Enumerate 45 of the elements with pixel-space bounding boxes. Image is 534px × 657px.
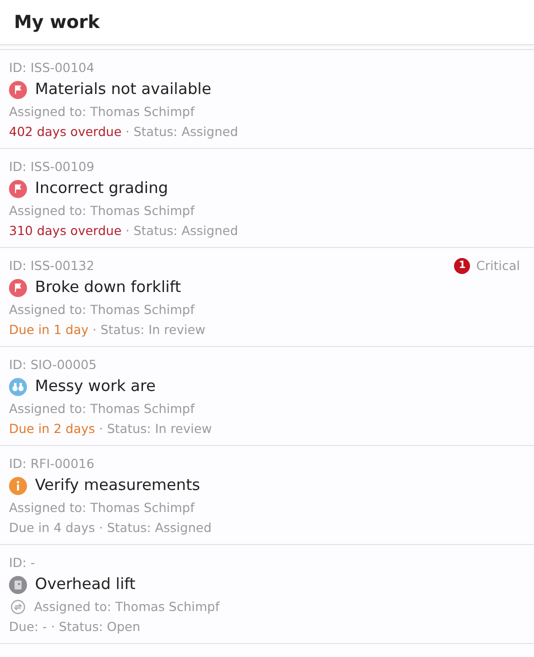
work-item[interactable]: ID: ISS-00109 Incorrect grading Assigned to: Thomas Schimpf 310 days overdue · Status: Assigned [0, 149, 534, 248]
assignee-text: Assigned to: Thomas Schimpf [9, 400, 194, 418]
assignee-text: Assigned to: Thomas Schimpf [9, 499, 194, 517]
priority-badge: 1 [454, 258, 470, 274]
flag-icon [9, 278, 27, 296]
info-icon [9, 476, 27, 494]
status-text: · Status: In review [92, 321, 206, 339]
due-text: 402 days overdue [9, 123, 122, 141]
item-id: ID: ISS-00132 [9, 257, 94, 275]
work-item[interactable]: ID: SIO-00005 Messy work are Assigned to: Thomas Schimpf Due in 2 days · Status: In review [0, 347, 534, 446]
flag-icon [9, 80, 27, 98]
status-text: · Status: Open [50, 618, 140, 636]
work-item[interactable]: ID: - Overhead lift Assigned to: Thomas Schimpf Due: - · Status: Open [0, 545, 534, 644]
assignee-text: Assigned to: Thomas Schimpf [9, 103, 194, 121]
status-text: · Status: Assigned [99, 519, 212, 537]
due-text: Due in 1 day [9, 321, 88, 339]
item-id: ID: ISS-00109 [9, 158, 94, 176]
clipboard-icon [9, 576, 27, 594]
due-text: Due: - [9, 618, 47, 636]
item-id: ID: - [9, 554, 36, 572]
item-id: ID: SIO-00005 [9, 356, 97, 374]
work-item[interactable]: ID: ISS-00104 Materials not available Assigned to: Thomas Schimpf 402 days overdue · Status: Assigned [0, 50, 534, 149]
item-title: Messy work are [35, 376, 156, 397]
priority-label: Critical [476, 257, 520, 275]
item-title: Overhead lift [35, 574, 136, 595]
work-item[interactable]: ID: ISS-00132 1 Critical Broke down forklift Assigned to: Thomas Schimpf Due in 1 day · Status: In review [0, 248, 534, 347]
due-text: 310 days overdue [9, 222, 122, 240]
page-title: My work [14, 12, 100, 32]
item-title: Verify measurements [35, 475, 200, 496]
assignee-text: Assigned to: Thomas Schimpf [9, 202, 194, 220]
flag-icon [9, 180, 27, 198]
status-text: · Status: Assigned [126, 123, 238, 141]
item-title: Broke down forklift [35, 277, 181, 298]
status-text: · Status: In review [99, 420, 212, 438]
item-title: Incorrect grading [35, 178, 168, 199]
work-item[interactable]: ID: RFI-00016 Verify measurements Assigned to: Thomas Schimpf Due in 4 days · Status: Assigned [0, 446, 534, 545]
due-text: Due in 4 days [9, 519, 96, 537]
item-id: ID: RFI-00016 [9, 455, 94, 473]
assignee-text: Assigned to: Thomas Schimpf [9, 301, 194, 319]
assignee-text: Assigned to: Thomas Schimpf [34, 598, 220, 616]
item-id: ID: ISS-00104 [9, 59, 94, 77]
binoculars-icon [9, 378, 27, 396]
status-text: · Status: Assigned [126, 222, 238, 240]
item-title: Materials not available [35, 79, 212, 100]
due-text: Due in 2 days [9, 420, 96, 438]
